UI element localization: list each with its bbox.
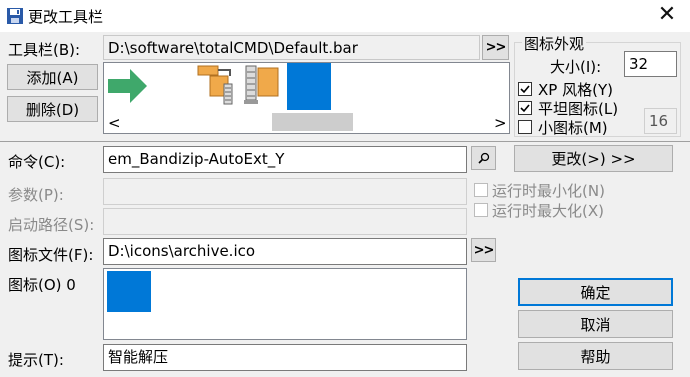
xp-style-label: XP 风格(Y) bbox=[538, 81, 613, 99]
command-field[interactable]: em_Bandizip-AutoExt_Y bbox=[103, 146, 467, 173]
delete-button[interactable]: 删除(D) bbox=[7, 96, 98, 122]
xp-style-checkbox[interactable] bbox=[518, 82, 532, 96]
start-path-field[interactable] bbox=[103, 208, 467, 235]
icon-file-field[interactable]: D:\icons\archive.ico bbox=[103, 238, 467, 265]
magnifier-icon bbox=[477, 152, 489, 164]
scroll-right-icon[interactable]: > bbox=[494, 115, 507, 131]
window-title: 更改工具栏 bbox=[28, 8, 104, 26]
close-icon[interactable]: ✕ bbox=[655, 3, 679, 27]
green-arrow-icon[interactable] bbox=[108, 66, 148, 106]
change-button[interactable]: 更改(>) >> bbox=[514, 145, 673, 172]
small-icon-size-field[interactable]: 16 bbox=[644, 108, 677, 134]
run-minimized-label: 运行时最小化(N) bbox=[492, 182, 605, 200]
icon-size-field[interactable]: 32 bbox=[624, 51, 677, 77]
command-label: 命令(C): bbox=[8, 153, 66, 171]
small-icons-checkbox[interactable] bbox=[518, 120, 532, 134]
icon-file-label: 图标文件(F): bbox=[8, 246, 94, 264]
help-button[interactable]: 帮助 bbox=[518, 342, 673, 370]
ok-button[interactable]: 确定 bbox=[518, 278, 673, 306]
icon-file-browse-button[interactable]: >> bbox=[471, 238, 496, 262]
cancel-button[interactable]: 取消 bbox=[518, 310, 673, 338]
params-field[interactable] bbox=[103, 178, 467, 205]
scroll-left-icon[interactable]: < bbox=[108, 115, 121, 131]
checkmark-icon bbox=[520, 85, 530, 94]
icon-size-label: 大小(I): bbox=[550, 58, 602, 76]
archive-extract-icon[interactable] bbox=[196, 64, 236, 106]
icon-appearance-label: 图标外观 bbox=[522, 33, 587, 54]
tooltip-label: 提示(T): bbox=[8, 351, 64, 369]
toolbar-label: 工具栏(B): bbox=[8, 41, 81, 59]
archive-compress-icon[interactable] bbox=[242, 64, 282, 106]
run-maximized-checkbox[interactable] bbox=[474, 203, 488, 217]
run-minimized-checkbox[interactable] bbox=[474, 183, 488, 197]
run-maximized-label: 运行时最大化(X) bbox=[492, 202, 604, 220]
tooltip-field[interactable]: 智能解压 bbox=[103, 344, 467, 371]
toolbar-browse-button[interactable]: >> bbox=[482, 35, 509, 60]
icon-list[interactable] bbox=[103, 268, 467, 340]
horizontal-scrollbar-thumb[interactable] bbox=[272, 113, 353, 131]
start-path-label: 启动路径(S): bbox=[8, 216, 95, 234]
selected-button-icon[interactable] bbox=[287, 63, 331, 110]
flat-icons-checkbox[interactable] bbox=[518, 101, 532, 115]
section-divider bbox=[0, 141, 690, 142]
title-bar bbox=[0, 0, 690, 32]
add-button[interactable]: 添加(A) bbox=[7, 64, 98, 90]
command-search-button[interactable] bbox=[471, 146, 496, 170]
toolbar-path-field[interactable]: D:\software\totalCMD\Default.bar bbox=[103, 35, 480, 60]
icon-option[interactable] bbox=[107, 271, 151, 312]
params-label: 参数(P): bbox=[8, 186, 64, 204]
checkmark-icon bbox=[520, 104, 530, 113]
flat-icons-label: 平坦图标(L) bbox=[538, 100, 619, 118]
save-disk-icon bbox=[6, 7, 24, 25]
small-icons-label: 小图标(M) bbox=[538, 119, 608, 137]
icon-index-label: 图标(O) 0 bbox=[8, 276, 76, 294]
